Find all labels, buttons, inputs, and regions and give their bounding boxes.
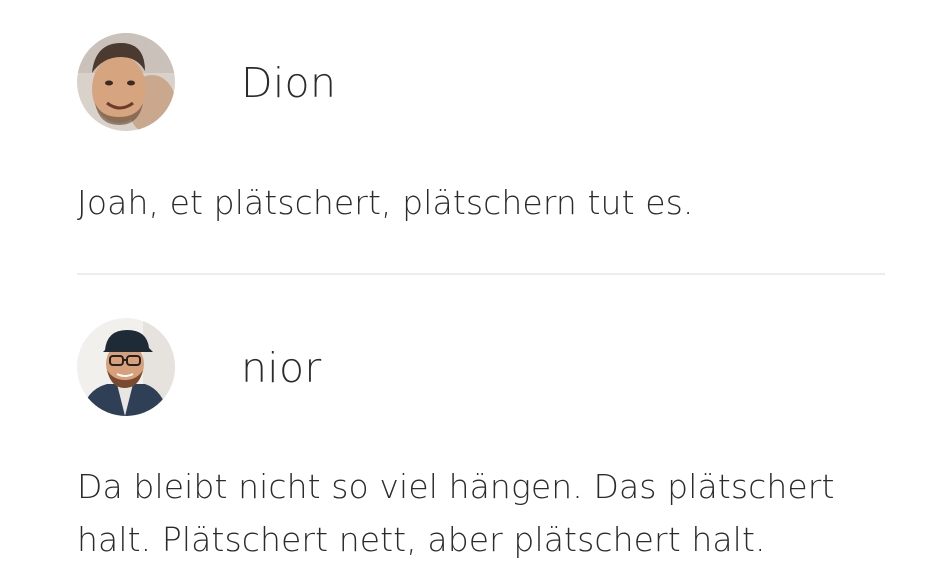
avatar bbox=[77, 33, 175, 131]
avatar bbox=[77, 318, 175, 416]
comment-header: nior bbox=[77, 318, 885, 416]
comment-text: Da bleibt nicht so viel hängen. Das plät… bbox=[77, 467, 835, 559]
avatar-photo-icon bbox=[77, 318, 175, 416]
comment-header: Dion bbox=[77, 33, 885, 131]
author-name: Dion bbox=[241, 59, 337, 107]
comment-list: Dion Joah, et plätschert, plätschern tut… bbox=[0, 0, 927, 575]
comment-text: Joah, et plätschert, plätschern tut es. bbox=[77, 183, 694, 222]
comment-divider bbox=[77, 273, 885, 275]
comment: Dion Joah, et plätschert, plätschern tut… bbox=[77, 33, 885, 222]
avatar-photo-icon bbox=[77, 33, 175, 131]
comment: nior Da bleibt nicht so viel hängen. Das… bbox=[77, 318, 885, 559]
author-name: nior bbox=[241, 344, 322, 392]
